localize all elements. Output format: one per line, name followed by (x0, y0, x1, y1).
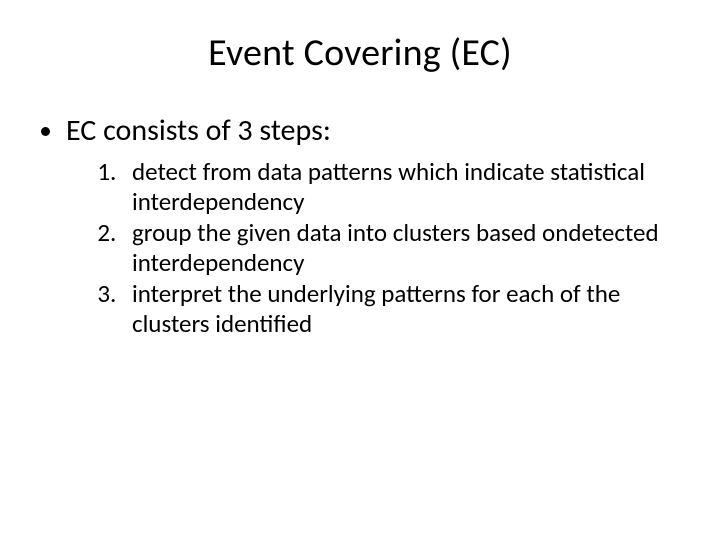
intro-bullet: EC consists of 3 steps: detect from data… (66, 112, 672, 338)
step-item: interpret the underlying patterns for ea… (122, 279, 672, 338)
step-item: detect from data patterns which indicate… (122, 157, 672, 216)
slide: Event Covering (EC) EC consists of 3 ste… (0, 0, 720, 540)
steps-list: detect from data patterns which indicate… (66, 157, 672, 338)
slide-title: Event Covering (EC) (48, 30, 672, 76)
content-list: EC consists of 3 steps: detect from data… (48, 112, 672, 338)
intro-text: EC consists of 3 steps: (66, 112, 331, 149)
step-item: group the given data into clusters based… (122, 218, 672, 277)
